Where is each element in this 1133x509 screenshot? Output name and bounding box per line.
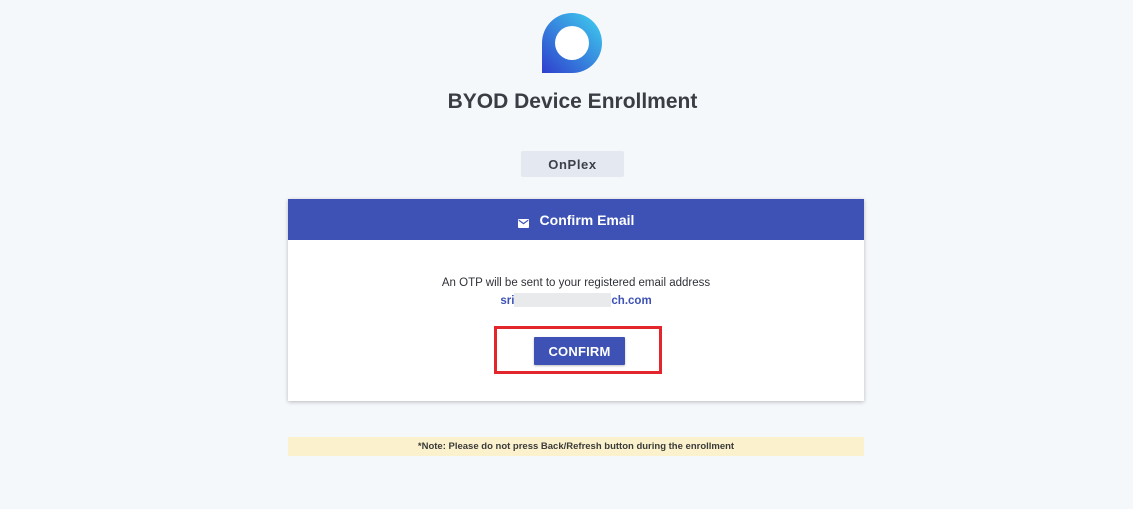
- confirm-email-card: Confirm Email An OTP will be sent to you…: [288, 199, 864, 401]
- enrollment-note: *Note: Please do not press Back/Refresh …: [288, 437, 864, 456]
- email-prefix: sri: [500, 295, 515, 307]
- email-suffix: ch.com: [611, 295, 652, 307]
- email-address: sri ch.com: [288, 293, 864, 307]
- card-header: Confirm Email: [288, 199, 864, 240]
- card-body: An OTP will be sent to your registered e…: [288, 240, 864, 401]
- onplex-logo-icon: [541, 12, 603, 74]
- confirm-button[interactable]: CONFIRM: [534, 337, 625, 365]
- email-redaction: [514, 293, 612, 307]
- otp-message: An OTP will be sent to your registered e…: [441, 277, 711, 289]
- organization-badge: OnPlex: [521, 151, 624, 177]
- mail-icon: [517, 215, 529, 228]
- card-title: Confirm Email: [539, 211, 635, 228]
- page-title: BYOD Device Enrollment: [447, 90, 698, 113]
